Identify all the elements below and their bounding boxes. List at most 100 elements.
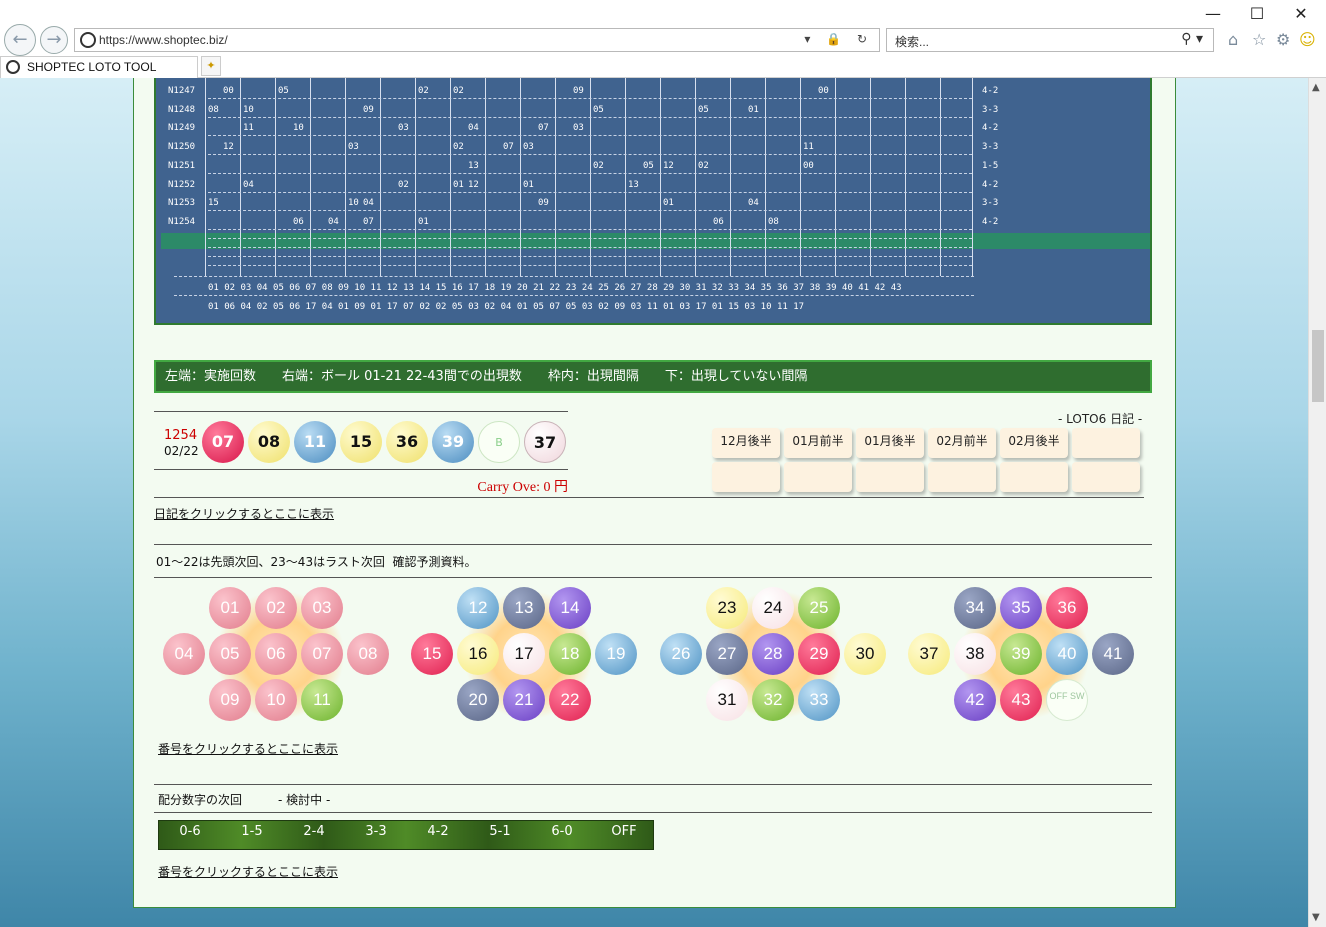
number-ball[interactable]: 06 (255, 633, 297, 675)
diary-button[interactable]: 02月後半 (1000, 428, 1068, 458)
number-ball[interactable]: 23 (706, 587, 748, 629)
number-ball[interactable]: 15 (411, 633, 453, 675)
number-ball[interactable]: 04 (163, 633, 205, 675)
number-ball[interactable]: 05 (209, 633, 251, 675)
close-icon[interactable]: ✕ (1288, 4, 1314, 24)
distribution-option[interactable]: OFF (593, 821, 655, 849)
row-divider (208, 135, 972, 137)
diary-button[interactable] (1072, 462, 1140, 492)
number-ball[interactable]: 01 (209, 587, 251, 629)
grid-cell: 09 (363, 104, 374, 115)
number-ball[interactable]: 34 (954, 587, 996, 629)
number-ball[interactable]: 12 (457, 587, 499, 629)
number-ball[interactable]: 08 (347, 633, 389, 675)
number-ball[interactable]: 13 (503, 587, 545, 629)
browser-tab[interactable]: SHOPTEC LOTO TOOL (0, 56, 198, 78)
distribution-link[interactable]: 番号をクリックするとここに表示 (158, 863, 338, 880)
grid-cell: 06 (293, 216, 304, 227)
number-link[interactable]: 番号をクリックするとここに表示 (158, 740, 338, 757)
number-ball[interactable]: 20 (457, 679, 499, 721)
diary-button[interactable] (784, 462, 852, 492)
number-ball[interactable]: 33 (798, 679, 840, 721)
number-ball[interactable]: 31 (706, 679, 748, 721)
number-ball[interactable]: 30 (844, 633, 886, 675)
number-ball[interactable]: 09 (209, 679, 251, 721)
scroll-up-icon[interactable]: ▲ (1312, 82, 1320, 93)
grid-cell: 09 (573, 86, 584, 96)
number-ball[interactable]: 19 (595, 633, 637, 675)
scroll-down-icon[interactable]: ▼ (1312, 912, 1320, 923)
distribution-option[interactable]: 1-5 (221, 821, 283, 849)
number-ball[interactable]: 37 (908, 633, 950, 675)
number-ball[interactable]: 28 (752, 633, 794, 675)
number-ball[interactable]: 03 (301, 587, 343, 629)
feedback-icon[interactable]: ☺ (1299, 30, 1316, 49)
distribution-option[interactable]: 0-6 (159, 821, 221, 849)
address-bar[interactable]: https://www.shoptec.biz/ ▾ 🔒 ↻ (74, 28, 880, 52)
new-tab-button[interactable]: ✦ (201, 56, 221, 76)
number-ball[interactable]: 16 (457, 633, 499, 675)
number-ball[interactable]: 26 (660, 633, 702, 675)
number-ball[interactable]: 24 (752, 587, 794, 629)
number-ball[interactable]: 18 (549, 633, 591, 675)
number-ball[interactable]: 40 (1046, 633, 1088, 675)
number-ball[interactable]: 10 (255, 679, 297, 721)
home-icon[interactable]: ⌂ (1228, 30, 1238, 49)
diary-button[interactable]: 12月後半 (712, 428, 780, 458)
diary-button[interactable]: 02月前半 (928, 428, 996, 458)
distribution-option[interactable]: 4-2 (407, 821, 469, 849)
number-ball[interactable]: 22 (549, 679, 591, 721)
grid-cell: 05 (698, 104, 709, 115)
address-tools-icon[interactable]: ▾ 🔒 ↻ (804, 32, 873, 46)
back-button[interactable]: ← (4, 24, 36, 56)
number-ball[interactable]: 07 (301, 633, 343, 675)
diary-link[interactable]: 日記をクリックするとここに表示 (154, 505, 334, 522)
distribution-option[interactable]: 6-0 (531, 821, 593, 849)
diary-button[interactable]: 01月後半 (856, 428, 924, 458)
distribution-option[interactable]: 5-1 (469, 821, 531, 849)
grid-cell: 02 (453, 142, 464, 153)
scrollbar[interactable]: ▲ ▼ (1308, 78, 1326, 927)
search-icon[interactable]: ⚲ ▾ (1181, 31, 1203, 47)
search-box[interactable]: 検索... ⚲ ▾ (886, 28, 1214, 52)
number-ball[interactable]: 39 (1000, 633, 1042, 675)
forward-button[interactable]: → (40, 26, 68, 54)
diary-button[interactable] (928, 462, 996, 492)
number-ball[interactable]: 42 (954, 679, 996, 721)
distribution-option[interactable]: 3-3 (345, 821, 407, 849)
search-placeholder: 検索... (895, 35, 930, 49)
favorites-icon[interactable]: ☆ (1252, 30, 1266, 49)
number-ball[interactable]: 38 (954, 633, 996, 675)
diary-button[interactable] (856, 462, 924, 492)
settings-icon[interactable]: ⚙ (1276, 30, 1290, 49)
number-ball[interactable]: 32 (752, 679, 794, 721)
number-ball[interactable]: 35 (1000, 587, 1042, 629)
number-ball[interactable]: 27 (706, 633, 748, 675)
distribution-option[interactable]: 2-4 (283, 821, 345, 849)
grid-cell: 09 (538, 198, 549, 209)
diary-button[interactable] (712, 462, 780, 492)
grid-cell: 08 (208, 104, 219, 115)
minimize-icon[interactable]: — (1200, 4, 1226, 24)
number-ball[interactable]: 36 (1046, 587, 1088, 629)
row-label: N1248 (168, 104, 196, 115)
number-ball[interactable]: 41 (1092, 633, 1134, 675)
grid-cell: 01 (663, 198, 674, 209)
number-ball[interactable]: 02 (255, 587, 297, 629)
scrollbar-thumb[interactable] (1312, 330, 1324, 402)
result-ball: 39 (432, 421, 474, 463)
diary-button[interactable]: 01月前半 (784, 428, 852, 458)
number-ball[interactable]: 43 (1000, 679, 1042, 721)
divider (154, 784, 1152, 785)
off-switch-button[interactable]: OFF SW (1046, 679, 1088, 721)
number-ball[interactable]: 14 (549, 587, 591, 629)
diary-button[interactable] (1072, 428, 1140, 458)
number-ball[interactable]: 21 (503, 679, 545, 721)
number-ball[interactable]: 25 (798, 587, 840, 629)
number-ball[interactable]: 29 (798, 633, 840, 675)
number-ball[interactable]: 11 (301, 679, 343, 721)
diary-button[interactable] (1000, 462, 1068, 492)
appearance-grid: N1247 4-2 00 05 02 02 09 00 N1248 3-3 08 10 09 05 05 01… (154, 78, 1152, 325)
maximize-icon[interactable]: ☐ (1244, 4, 1270, 24)
number-ball[interactable]: 17 (503, 633, 545, 675)
